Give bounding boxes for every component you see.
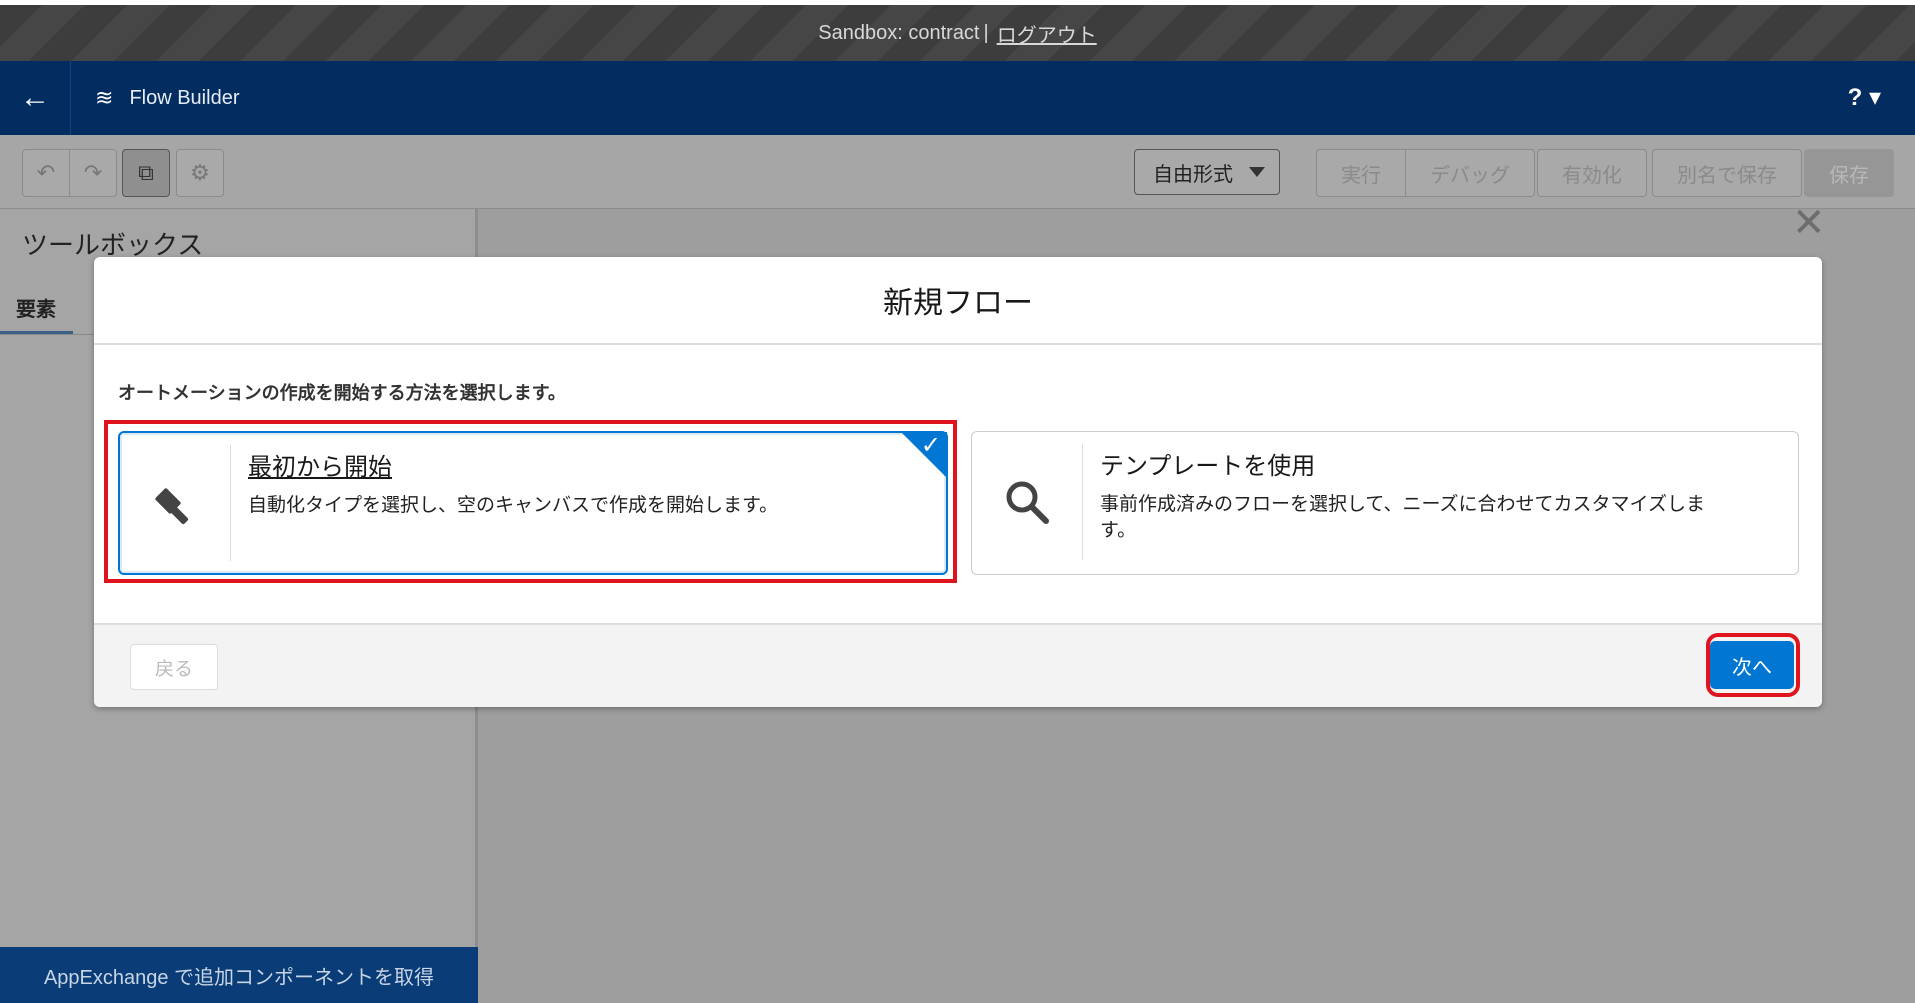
help-menu-button[interactable]: ? ▾ xyxy=(1848,83,1881,112)
activate-group: 有効化 xyxy=(1537,149,1647,197)
option-use-template[interactable]: テンプレートを使用 事前作成済みのフローを選択して、ニーズに合わせてカスタマイズ… xyxy=(971,431,1799,575)
undo-redo-group: ↶ ↷ xyxy=(22,149,117,197)
appexchange-link[interactable]: AppExchange で追加コンポーネントを取得 xyxy=(0,947,478,1003)
search-icon xyxy=(972,444,1083,560)
toolbar: ↶ ↷ ⧉ ⚙ 自由形式 実行 デバッグ 有効化 別名で保存 保存 xyxy=(0,135,1915,209)
close-icon[interactable]: ✕ xyxy=(1792,200,1826,246)
app-header: ← ≋ Flow Builder ? ▾ xyxy=(0,61,1915,135)
new-flow-modal: 新規フロー オートメーションの作成を開始する方法を選択します。 最初から開始 自… xyxy=(94,257,1822,707)
modal-footer: 戻る 次へ xyxy=(94,623,1822,707)
option-title: テンプレートを使用 xyxy=(1100,453,1316,480)
tab-elements[interactable]: 要素 xyxy=(16,293,56,322)
layout-mode-value: 自由形式 xyxy=(1153,163,1233,186)
flow-icon: ≋ xyxy=(95,85,114,110)
run-debug-group: 実行 デバッグ xyxy=(1316,149,1535,197)
next-button[interactable]: 次へ xyxy=(1710,641,1794,689)
option-start-from-scratch[interactable]: 最初から開始 自動化タイプを選択し、空のキャンバスで作成を開始します。 ✓ xyxy=(118,431,948,575)
option-description: 自動化タイプを選択し、空のキャンバスで作成を開始します。 xyxy=(248,495,779,516)
copy-icon: ⧉ xyxy=(138,160,154,185)
undo-icon[interactable]: ↶ xyxy=(23,150,69,196)
debug-button[interactable]: デバッグ xyxy=(1405,150,1534,196)
back-arrow-icon[interactable]: ← xyxy=(0,61,71,135)
copy-button[interactable]: ⧉ xyxy=(122,149,170,197)
modal-title: 新規フロー xyxy=(883,287,1033,320)
save-as-button[interactable]: 別名で保存 xyxy=(1653,150,1801,196)
save-as-group: 別名で保存 xyxy=(1652,149,1802,197)
layout-mode-select[interactable]: 自由形式 xyxy=(1134,149,1280,195)
option-description: 事前作成済みのフローを選択して、ニーズに合わせてカスタマイズします。 xyxy=(1100,494,1705,541)
save-button[interactable]: 保存 xyxy=(1805,150,1893,196)
hammer-icon xyxy=(120,445,231,561)
run-button[interactable]: 実行 xyxy=(1317,150,1405,196)
back-button[interactable]: 戻る xyxy=(130,644,218,690)
gear-icon: ⚙ xyxy=(190,160,210,185)
hammer-icon-svg xyxy=(155,488,189,525)
app-title: Flow Builder xyxy=(129,86,240,109)
sandbox-separator: | xyxy=(983,21,989,44)
checkmark-icon: ✓ xyxy=(920,432,941,459)
logout-link[interactable]: ログアウト xyxy=(997,19,1097,48)
search-icon-svg xyxy=(1006,481,1049,524)
option-title: 最初から開始 xyxy=(248,454,392,481)
redo-icon[interactable]: ↷ xyxy=(69,150,116,196)
save-group: 保存 xyxy=(1804,149,1894,197)
activate-button[interactable]: 有効化 xyxy=(1538,150,1646,196)
settings-button[interactable]: ⚙ xyxy=(176,149,224,197)
modal-instruction: オートメーションの作成を開始する方法を選択します。 xyxy=(118,383,566,403)
modal-header: 新規フロー xyxy=(94,257,1822,345)
sandbox-banner: Sandbox: contract | ログアウト xyxy=(0,0,1915,61)
sandbox-label: Sandbox: contract xyxy=(818,21,980,44)
chevron-down-icon xyxy=(1249,167,1265,177)
